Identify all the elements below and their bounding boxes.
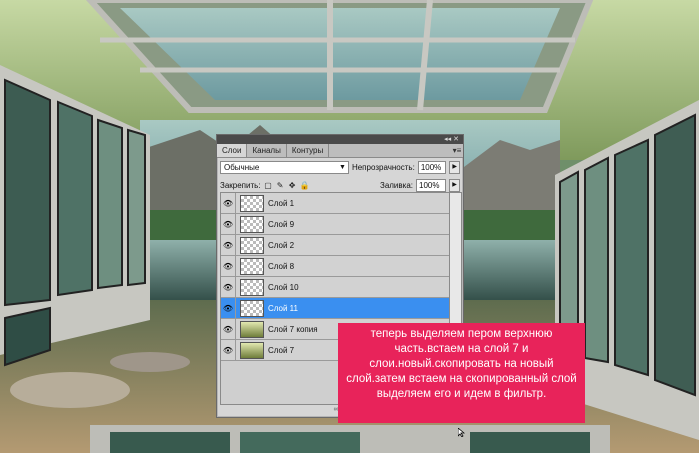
opacity-arrow-icon[interactable]: ▶ bbox=[449, 160, 460, 174]
opacity-input[interactable]: 100% bbox=[417, 160, 447, 174]
lock-paint-icon[interactable]: ✎ bbox=[276, 181, 285, 190]
layer-name: Слой 1 bbox=[268, 198, 295, 208]
chevron-down-icon: ▼ bbox=[339, 163, 346, 171]
layer-row[interactable]: 👁 Слой 8 bbox=[221, 256, 449, 277]
collapse-icon[interactable]: ◂◂ bbox=[444, 135, 451, 144]
layer-name: Слой 9 bbox=[268, 219, 295, 229]
panel-titlebar: ◂◂ ✕ bbox=[217, 135, 463, 144]
opacity-label: Непрозрачность: bbox=[351, 162, 415, 172]
eye-icon[interactable]: 👁 bbox=[221, 256, 236, 276]
close-icon[interactable]: ✕ bbox=[453, 135, 459, 144]
eye-icon[interactable]: 👁 bbox=[221, 340, 236, 360]
layer-row[interactable]: 👁 Слой 10 bbox=[221, 277, 449, 298]
layer-thumbnail bbox=[240, 320, 264, 338]
layer-row[interactable]: 👁 Слой 9 bbox=[221, 214, 449, 235]
layer-thumbnail bbox=[240, 194, 264, 212]
blend-mode-select[interactable]: Обычные ▼ bbox=[220, 160, 349, 174]
layer-thumbnail bbox=[240, 341, 264, 359]
eye-icon[interactable]: 👁 bbox=[221, 319, 236, 339]
layer-row[interactable]: 👁 Слой 1 bbox=[221, 193, 449, 214]
layer-name: Слой 7 копия bbox=[268, 324, 318, 334]
fill-arrow-icon[interactable]: ▶ bbox=[449, 178, 460, 192]
eye-icon[interactable]: 👁 bbox=[221, 277, 236, 297]
instruction-caption: теперь выделяем пером верхнюю часть.вста… bbox=[338, 323, 585, 423]
layer-thumbnail bbox=[240, 299, 264, 317]
lock-label: Закрепить: bbox=[220, 180, 261, 190]
tab-channels[interactable]: Каналы bbox=[247, 144, 287, 157]
panel-tabs: Слои Каналы Контуры ▾≡ bbox=[217, 144, 463, 158]
layer-name: Слой 8 bbox=[268, 261, 295, 271]
layer-name: Слой 7 bbox=[268, 345, 295, 355]
layer-row-selected[interactable]: 👁 Слой 11 bbox=[221, 298, 449, 319]
tab-paths[interactable]: Контуры bbox=[287, 144, 330, 157]
layer-name: Слой 10 bbox=[268, 282, 299, 292]
fill-input[interactable]: 100% bbox=[416, 178, 446, 192]
eye-icon[interactable]: 👁 bbox=[221, 193, 236, 213]
blend-row: Обычные ▼ Непрозрачность: 100% ▶ bbox=[217, 158, 463, 176]
panel-menu-icon[interactable]: ▾≡ bbox=[451, 144, 463, 157]
layer-thumbnail bbox=[240, 215, 264, 233]
fill-label: Заливка: bbox=[379, 180, 413, 190]
layer-thumbnail bbox=[240, 278, 264, 296]
cursor-icon bbox=[458, 428, 465, 437]
layer-name: Слой 11 bbox=[268, 303, 298, 313]
eye-icon[interactable]: 👁 bbox=[221, 298, 236, 318]
lock-move-icon[interactable]: ✥ bbox=[288, 181, 297, 190]
layer-thumbnail bbox=[240, 257, 264, 275]
blend-mode-value: Обычные bbox=[224, 162, 260, 172]
lock-transparency-icon[interactable]: ▢ bbox=[264, 181, 273, 190]
layer-row[interactable]: 👁 Слой 2 bbox=[221, 235, 449, 256]
layer-name: Слой 2 bbox=[268, 240, 295, 250]
layer-thumbnail bbox=[240, 236, 264, 254]
tab-layers[interactable]: Слои bbox=[217, 144, 248, 157]
eye-icon[interactable]: 👁 bbox=[221, 235, 236, 255]
lock-all-icon[interactable]: 🔒 bbox=[300, 181, 310, 190]
eye-icon[interactable]: 👁 bbox=[221, 214, 236, 234]
